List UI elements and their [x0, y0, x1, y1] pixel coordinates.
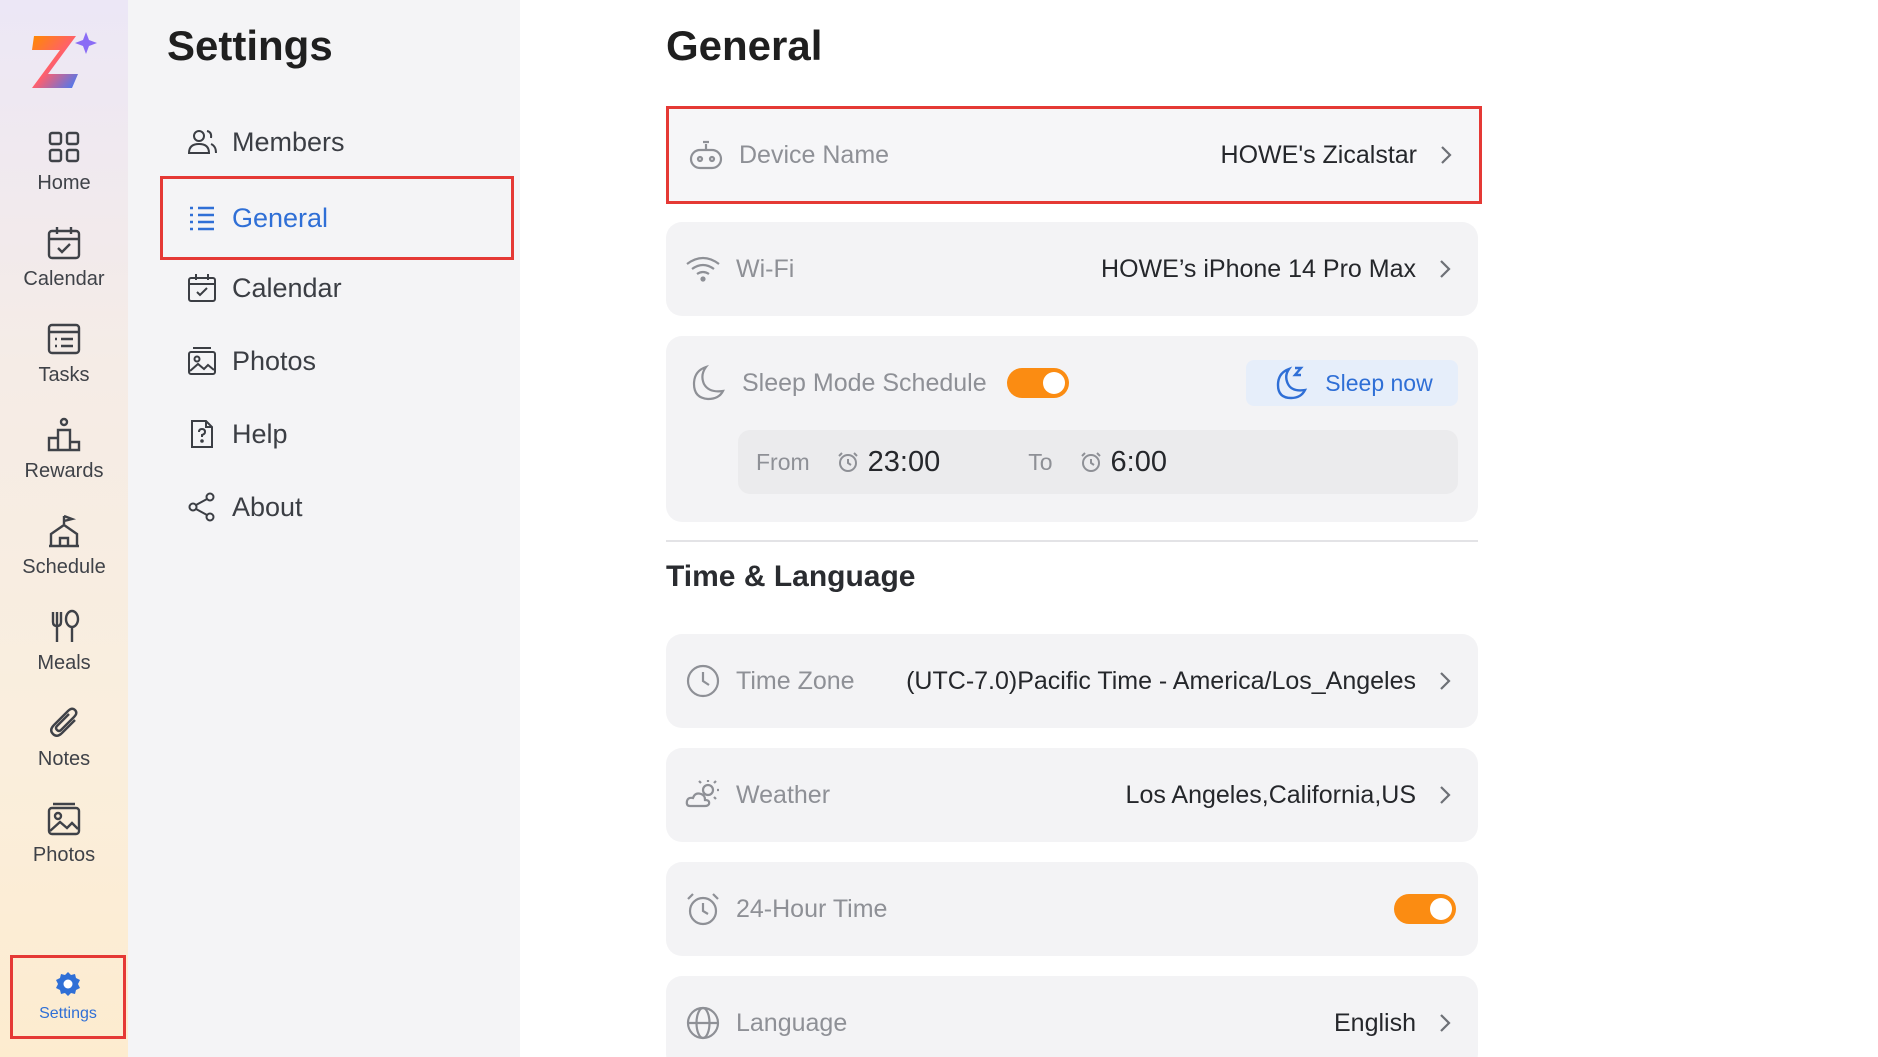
settings-item-calendar-label: Calendar	[232, 272, 342, 303]
from-time[interactable]: 23:00	[868, 446, 941, 479]
app-logo-icon	[32, 32, 97, 88]
settings-item-help-label: Help	[232, 418, 288, 449]
device-name-value: HOWE's Zicalstar	[1220, 140, 1417, 169]
share-icon	[188, 492, 215, 522]
alarm-clock-icon	[684, 890, 722, 928]
time-zone-value: (UTC-7.0)Pacific Time - America/Los_Ange…	[906, 666, 1416, 695]
nav-meals[interactable]: Meals	[0, 608, 128, 694]
nav-photos-label: Photos	[32, 844, 96, 866]
chevron-right-icon	[1441, 146, 1452, 164]
sleep-now-button[interactable]: Sleep now	[1246, 360, 1458, 406]
nav-schedule-label: Schedule	[22, 556, 106, 578]
nav-calendar[interactable]: Calendar	[0, 224, 128, 310]
nav-rewards-label: Rewards	[24, 460, 104, 482]
nav-calendar-label: Calendar	[23, 268, 105, 290]
nav-notes-label: Notes	[37, 748, 91, 770]
divider	[666, 540, 1478, 542]
sleep-time-range: From 23:00 To 6:00	[738, 430, 1458, 494]
nav-meals-label: Meals	[37, 652, 91, 674]
clock-icon	[684, 662, 722, 700]
robot-icon	[687, 136, 725, 174]
wifi-value: HOWE’s iPhone 14 Pro Max	[1101, 254, 1416, 283]
home-grid-icon	[48, 131, 80, 163]
sleep-now-label: Sleep now	[1325, 369, 1433, 396]
nav-notes[interactable]: Notes	[0, 704, 128, 790]
page-title: General	[666, 22, 823, 69]
nav-rewards[interactable]: Rewards	[0, 416, 128, 502]
schedule-icon	[49, 514, 79, 548]
nav-home[interactable]: Home	[0, 128, 128, 214]
tasks-list-icon	[47, 323, 81, 355]
device-name-label: Device Name	[739, 140, 890, 169]
settings-item-calendar[interactable]: Calendar	[160, 246, 514, 330]
settings-item-help[interactable]: Help	[160, 392, 514, 476]
24-hour-time-toggle[interactable]	[1394, 894, 1456, 924]
settings-item-photos-label: Photos	[232, 345, 317, 376]
sleep-schedule-card: Sleep Mode Schedule Sleep now From 23:00…	[666, 336, 1478, 522]
calendar-icon	[47, 227, 81, 260]
settings-title: Settings	[167, 22, 333, 69]
chevron-right-icon	[1440, 1014, 1451, 1032]
paperclip-icon	[50, 707, 78, 737]
language-value: English	[1334, 1008, 1416, 1037]
24-hour-time-row: 24-Hour Time	[666, 862, 1478, 956]
gear-icon	[56, 972, 80, 996]
settings-item-photos[interactable]: Photos	[160, 319, 514, 403]
language-row[interactable]: Language English	[666, 976, 1478, 1057]
wifi-row[interactable]: Wi-Fi HOWE’s iPhone 14 Pro Max	[666, 222, 1478, 316]
sleep-schedule-toggle[interactable]	[1006, 368, 1069, 398]
time-language-title: Time & Language	[666, 560, 916, 593]
weather-label: Weather	[736, 780, 831, 809]
sleep-schedule-header: Sleep Mode Schedule Sleep now	[686, 358, 1458, 408]
nav-schedule[interactable]: Schedule	[0, 512, 128, 598]
settings-item-members[interactable]: Members	[160, 100, 514, 184]
nav-home-label: Home	[37, 172, 91, 194]
rewards-icon	[47, 417, 81, 452]
24-hour-time-label: 24-Hour Time	[736, 894, 888, 923]
settings-item-about-label: About	[232, 491, 303, 522]
language-label: Language	[736, 1008, 848, 1037]
chevron-right-icon	[1440, 260, 1451, 278]
moon-icon	[692, 364, 725, 401]
settings-item-about[interactable]: About	[160, 465, 514, 549]
from-label: From	[756, 448, 810, 475]
nav-settings-label: Settings	[39, 1005, 97, 1022]
nav-rail: Home Calendar Tasks Rewards Schedule Mea…	[0, 0, 128, 1057]
wifi-icon	[684, 250, 722, 288]
nav-settings[interactable]: Settings	[10, 955, 126, 1039]
weather-value: Los Angeles,California,US	[1125, 780, 1416, 809]
alarm-clock-icon	[1080, 452, 1101, 472]
globe-icon	[684, 1004, 722, 1042]
nav-tasks[interactable]: Tasks	[0, 320, 128, 406]
nav-photos[interactable]: Photos	[0, 800, 128, 886]
to-label: To	[1028, 448, 1053, 475]
time-zone-label: Time Zone	[736, 666, 855, 695]
general-list-icon	[190, 206, 214, 231]
weather-sun-cloud-icon	[684, 776, 722, 814]
settings-item-general-label: General	[232, 202, 329, 233]
photos-icon	[47, 802, 81, 836]
time-zone-row[interactable]: Time Zone (UTC-7.0)Pacific Time - Americ…	[666, 634, 1478, 728]
chevron-right-icon	[1440, 672, 1451, 690]
members-icon	[187, 130, 217, 154]
nav-tasks-label: Tasks	[38, 364, 90, 386]
settings-item-members-label: Members	[232, 126, 345, 157]
to-time[interactable]: 6:00	[1111, 446, 1167, 479]
alarm-clock-icon	[837, 452, 858, 472]
calendar-icon	[188, 274, 216, 302]
help-icon	[191, 420, 213, 448]
meals-icon	[51, 609, 80, 642]
chevron-right-icon	[1440, 786, 1451, 804]
photos-icon	[188, 347, 216, 375]
weather-row[interactable]: Weather Los Angeles,California,US	[666, 748, 1478, 842]
device-name-row[interactable]: Device Name HOWE's Zicalstar	[666, 106, 1482, 204]
sleep-schedule-label: Sleep Mode Schedule	[742, 368, 987, 397]
wifi-label: Wi-Fi	[736, 254, 795, 283]
moon-zzz-icon	[1277, 366, 1308, 400]
